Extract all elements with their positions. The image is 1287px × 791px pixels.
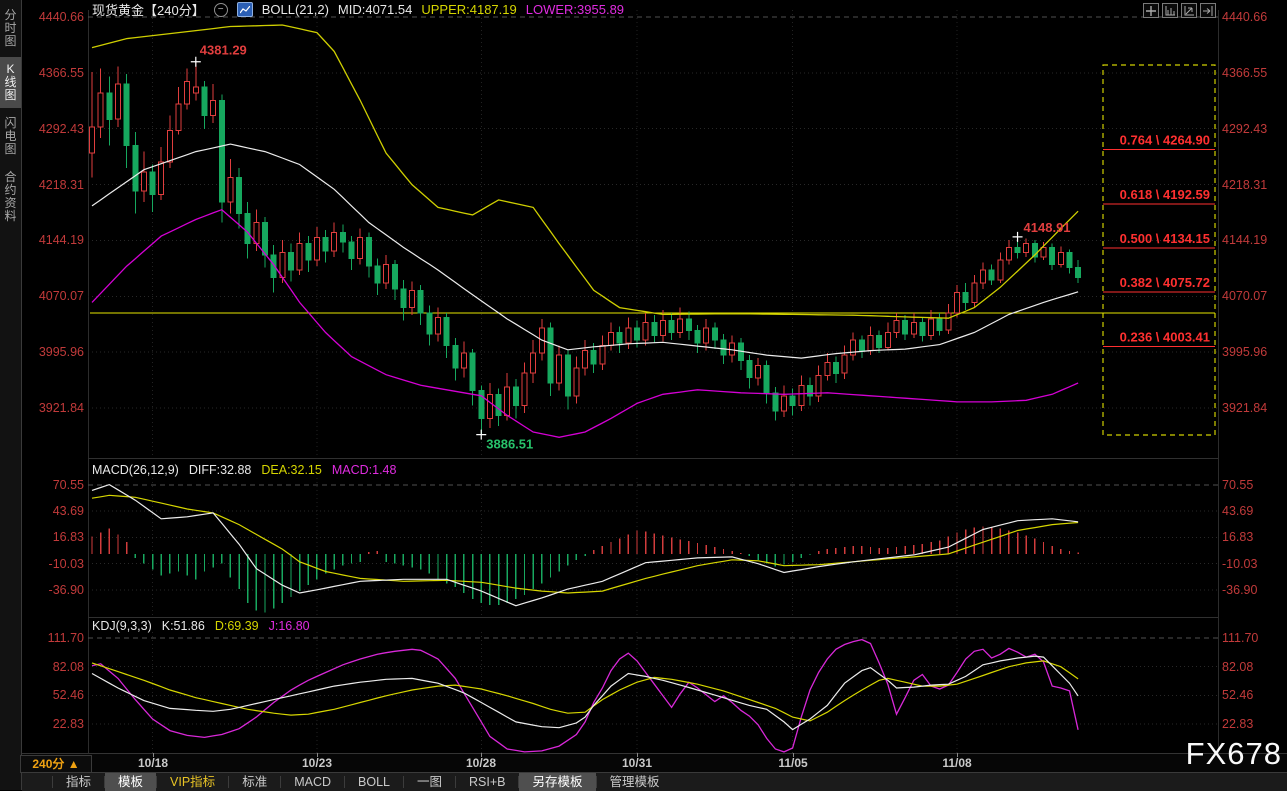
toolbar-item-macd[interactable]: MACD <box>281 773 344 791</box>
symbol-title: 现货黄金【240分】 <box>92 0 205 19</box>
date-tick <box>481 753 482 757</box>
chart-header: 现货黄金【240分】 − BOLL(21,2) MID:4071.54 UPPE… <box>92 2 624 17</box>
svg-text:4381.29: 4381.29 <box>200 43 247 58</box>
kdj-axis-label: 52.46 <box>1222 688 1253 702</box>
date-tick <box>957 753 958 757</box>
sidebar-tab-time-share-chart[interactable]: 分时图 <box>0 3 21 54</box>
toolbar-item-save-template[interactable]: 另存模板 <box>519 773 595 791</box>
toolbar-item-indicators[interactable]: 指标 <box>53 773 104 791</box>
svg-text:0.500 \ 4134.15: 0.500 \ 4134.15 <box>1120 231 1210 246</box>
macd-axis-label: 43.69 <box>1222 504 1253 518</box>
date-tick <box>637 753 638 757</box>
svg-text:4148.91: 4148.91 <box>1024 220 1071 235</box>
date-label: 10/23 <box>293 756 341 770</box>
boll-params: BOLL(21,2) <box>262 2 329 17</box>
toolbar-item-standard[interactable]: 标准 <box>229 773 280 791</box>
kdj-chart-canvas[interactable] <box>88 632 1218 753</box>
macd-dea-value: DEA:32.15 <box>261 463 321 477</box>
boll-upper-value: UPPER:4187.19 <box>421 2 516 17</box>
toolbar-item-rsi-b[interactable]: RSI+B <box>456 773 518 791</box>
price-axis-label: 4440.66 <box>1222 10 1267 24</box>
price-axis-label: 4292.43 <box>1222 122 1267 136</box>
date-label: 10/31 <box>613 756 661 770</box>
macd-params: MACD(26,12,9) <box>92 463 179 477</box>
toolbar-item-vip-indicators[interactable]: VIP指标 <box>157 773 228 791</box>
bottom-toolbar: 指标模板VIP指标标准MACDBOLL一图RSI+B另存模板管理模板 <box>22 772 1287 791</box>
period-selector[interactable]: 240分 ▲ <box>20 755 92 773</box>
left-sidebar: 分时图 K线图闪电图合约资料 <box>0 0 22 790</box>
date-tick <box>153 753 154 757</box>
crosshair-icon[interactable] <box>1143 3 1159 18</box>
period-label: 240分 <box>32 757 64 771</box>
export-icon[interactable] <box>1200 3 1216 18</box>
price-axis-label: 4144.19 <box>1222 233 1267 247</box>
sidebar-tab-contract-info[interactable]: 合约资料 <box>0 165 21 229</box>
price-axis-label: 3921.84 <box>1222 401 1267 415</box>
svg-text:3886.51: 3886.51 <box>486 437 533 452</box>
watermark-fx678: FX678 <box>1186 736 1282 772</box>
price-chart-canvas[interactable]: 0.764 \ 4264.90 0.618 \ 4192.59 0.500 \ 41… <box>88 10 1218 458</box>
date-label: 11/05 <box>769 756 817 770</box>
macd-header: MACD(26,12,9) DIFF:32.88 DEA:32.15 MACD:… <box>92 463 396 477</box>
svg-text:0.764 \ 4264.90: 0.764 \ 4264.90 <box>1120 133 1210 148</box>
kdj-axis-label: 22.83 <box>1222 717 1253 731</box>
macd-axis-label: -36.90 <box>1222 583 1257 597</box>
price-axis-label: 4366.55 <box>1222 66 1267 80</box>
boll-mid-value: MID:4071.54 <box>338 2 412 17</box>
svg-text:0.236 \ 4003.41: 0.236 \ 4003.41 <box>1120 330 1210 345</box>
minus-icon[interactable]: − <box>214 3 228 17</box>
axis-scale-icon[interactable] <box>1162 3 1178 18</box>
axis-zoom-icon[interactable] <box>1181 3 1197 18</box>
panel-separator <box>88 458 1218 459</box>
date-label: 10/28 <box>457 756 505 770</box>
macd-chart-canvas[interactable] <box>88 478 1218 618</box>
kdj-axis-label: 82.08 <box>1222 660 1253 674</box>
chart-type-icon[interactable] <box>237 2 253 17</box>
plot-right-border <box>1218 10 1219 753</box>
toolbar-item-templates[interactable]: 模板 <box>105 773 156 791</box>
date-label: 11/08 <box>933 756 981 770</box>
sidebar-tab-lightning-chart[interactable]: 闪电图 <box>0 111 21 162</box>
boll-lower-value: LOWER:3955.89 <box>526 2 624 17</box>
kdj-axis-label: 111.70 <box>1222 631 1258 645</box>
date-tick <box>317 753 318 757</box>
price-axis-label: 4070.07 <box>1222 289 1267 303</box>
macd-axis-label: 16.83 <box>1222 530 1253 544</box>
sidebar-tab-kline-chart[interactable]: K线图 <box>0 57 21 108</box>
toolbar-item-one-chart[interactable]: 一图 <box>404 773 455 791</box>
price-axis-label: 3995.96 <box>1222 345 1267 359</box>
toolbar-item-manage-template[interactable]: 管理模板 <box>597 773 673 791</box>
chart-tool-icons <box>1143 3 1216 18</box>
macd-axis-label: -10.03 <box>1222 557 1257 571</box>
up-arrow-icon: ▲ <box>68 757 80 771</box>
kdj-params: KDJ(9,3,3) <box>92 619 152 633</box>
kdj-k-value: K:51.86 <box>162 619 205 633</box>
chart-application: 分时图 K线图闪电图合约资料 现货黄金【240分】 − BOLL(21,2) MI… <box>0 0 1287 790</box>
macd-axis-label: 70.55 <box>1222 478 1253 492</box>
kdj-d-value: D:69.39 <box>215 619 259 633</box>
kdj-header: KDJ(9,3,3) K:51.86 D:69.39 J:16.80 <box>92 619 310 633</box>
macd-value: MACD:1.48 <box>332 463 397 477</box>
date-tick <box>793 753 794 757</box>
macd-diff-value: DIFF:32.88 <box>189 463 252 477</box>
kdj-j-value: J:16.80 <box>269 619 310 633</box>
svg-text:0.382 \ 4075.72: 0.382 \ 4075.72 <box>1120 275 1210 290</box>
svg-text:0.618 \ 4192.59: 0.618 \ 4192.59 <box>1120 187 1210 202</box>
date-label: 10/18 <box>129 756 177 770</box>
toolbar-item-boll[interactable]: BOLL <box>345 773 403 791</box>
price-axis-label: 4218.31 <box>1222 178 1267 192</box>
